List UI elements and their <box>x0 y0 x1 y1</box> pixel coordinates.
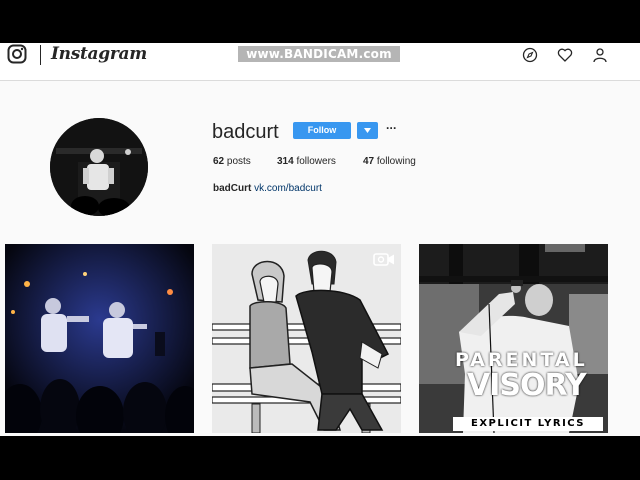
profile-bio: badCurt vk.com/badcurt <box>213 183 322 194</box>
follow-button[interactable]: Follow <box>293 122 351 139</box>
nav-divider <box>40 45 41 65</box>
more-options-button[interactable]: ··· <box>386 121 397 135</box>
avatar-photo <box>50 118 148 216</box>
following-count: 47 <box>363 156 375 167</box>
following-stat[interactable]: 47 following <box>363 156 416 167</box>
advisory-line-3: EXPLICIT LYRICS <box>453 417 603 431</box>
post-thumbnail-concert[interactable] <box>5 244 194 433</box>
post-thumbnail-advisory[interactable]: PARENTAL VISORY EXPLICIT LYRICS <box>419 244 608 433</box>
posts-stat: 62 posts <box>213 156 251 167</box>
heart-icon[interactable] <box>557 47 573 63</box>
compass-icon[interactable] <box>522 47 538 63</box>
posts-count: 62 <box>213 156 225 167</box>
user-icon[interactable] <box>592 47 608 63</box>
advisory-line-1: PARENTAL <box>455 349 588 371</box>
concert-photo <box>5 244 194 433</box>
followers-stat[interactable]: 314 followers <box>277 156 336 167</box>
instagram-window: Instagram www.BANDICAM.com badcurt Follo… <box>0 43 640 436</box>
instagram-logo-icon[interactable] <box>7 44 27 64</box>
advisory-photo <box>419 244 608 433</box>
bio-link[interactable]: vk.com/badcurt <box>254 183 322 194</box>
illustration-image <box>212 244 401 433</box>
profile-avatar[interactable] <box>50 118 148 216</box>
instagram-wordmark[interactable]: Instagram <box>51 44 147 64</box>
profile-username: badcurt <box>212 121 279 143</box>
suggestions-dropdown-button[interactable] <box>357 122 378 139</box>
advisory-line-2: VISORY <box>467 368 587 403</box>
top-navbar: Instagram www.BANDICAM.com <box>0 43 640 81</box>
following-label: following <box>374 156 416 167</box>
video-icon <box>373 253 394 266</box>
post-thumbnail-illustration[interactable] <box>212 244 401 433</box>
posts-label: posts <box>224 156 251 167</box>
followers-count: 314 <box>277 156 294 167</box>
followers-label: followers <box>293 156 336 167</box>
bandicam-watermark: www.BANDICAM.com <box>238 46 400 62</box>
bio-name: badCurt <box>213 183 252 194</box>
caret-down-icon <box>364 128 371 133</box>
